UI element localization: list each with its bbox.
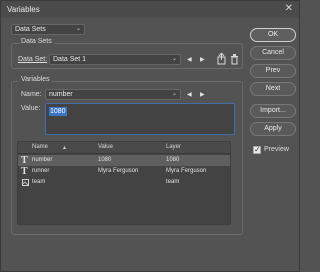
row-name: number <box>32 157 53 163</box>
data-sets-legend: Data Sets <box>19 38 54 45</box>
apply-button[interactable]: Apply <box>250 122 296 136</box>
data-set-label: Data Set: <box>18 56 48 63</box>
chevron-down-icon: ⌄ <box>75 26 81 32</box>
mode-select-value: Data Sets <box>15 26 46 33</box>
variables-legend: Variables <box>19 76 52 83</box>
value-text: 1080 <box>49 107 67 116</box>
data-set-value: Data Set 1 <box>53 56 87 63</box>
row-value: Myra Ferguson <box>98 168 139 174</box>
next-variable-icon[interactable]: ▶ <box>200 91 205 99</box>
variables-dialog: Variables ✕ Data Sets ⌄ Data Sets Data S… <box>0 0 300 272</box>
chevron-down-icon: ⌄ <box>171 91 177 97</box>
sort-ascending-icon: ▲ <box>62 145 67 151</box>
mode-select[interactable]: Data Sets ⌄ <box>11 24 85 35</box>
table-row[interactable]: team team <box>18 177 230 188</box>
prev-variable-icon[interactable]: ◀ <box>187 91 192 99</box>
variable-name-value: number <box>49 91 73 98</box>
title-bar: Variables ✕ <box>1 1 299 18</box>
text-variable-icon: T <box>21 155 28 166</box>
name-label: Name: <box>21 91 42 98</box>
next-button[interactable]: Next <box>250 82 296 96</box>
pixel-variable-icon <box>22 179 29 186</box>
save-data-set-icon[interactable] <box>216 53 227 65</box>
column-header-layer[interactable]: Layer <box>166 144 181 150</box>
next-data-set-icon[interactable]: ▶ <box>200 56 205 64</box>
chevron-down-icon: ⌄ <box>171 56 177 62</box>
row-layer: team <box>166 179 180 185</box>
table-row[interactable]: T number 1080 1080 <box>18 155 230 166</box>
row-name: team <box>32 179 46 185</box>
variable-name-select[interactable]: number ⌄ <box>45 89 181 100</box>
prev-button[interactable]: Prev <box>250 64 296 78</box>
import-button[interactable]: Import... <box>250 104 296 118</box>
cancel-button[interactable]: Cancel <box>250 46 296 60</box>
row-name: runner <box>32 168 50 174</box>
table-row[interactable]: T runner Myra Ferguson Myra Ferguson <box>18 166 230 177</box>
row-layer: 1080 <box>166 157 180 163</box>
data-set-select[interactable]: Data Set 1 ⌄ <box>49 54 181 65</box>
prev-data-set-icon[interactable]: ◀ <box>187 56 192 64</box>
text-variable-icon: T <box>21 166 28 177</box>
window-title: Variables <box>7 5 40 14</box>
value-textarea[interactable]: 1080 <box>45 103 235 135</box>
ok-button[interactable]: OK <box>250 28 296 42</box>
variables-table[interactable]: Name ▲ Value Layer T number 1080 1080 T … <box>17 141 231 225</box>
preview-label: Preview <box>264 146 289 153</box>
preview-checkbox[interactable]: ✓ <box>253 145 261 154</box>
row-layer: Myra Ferguson <box>166 168 207 174</box>
delete-data-set-icon[interactable] <box>230 54 239 65</box>
column-header-value[interactable]: Value <box>98 144 113 150</box>
row-value: 1080 <box>98 157 112 163</box>
table-header: Name ▲ Value Layer <box>18 142 230 154</box>
checkmark-icon: ✓ <box>254 145 261 154</box>
column-header-name[interactable]: Name <box>32 144 48 150</box>
value-label: Value: <box>21 105 41 112</box>
close-icon[interactable]: ✕ <box>285 4 293 14</box>
